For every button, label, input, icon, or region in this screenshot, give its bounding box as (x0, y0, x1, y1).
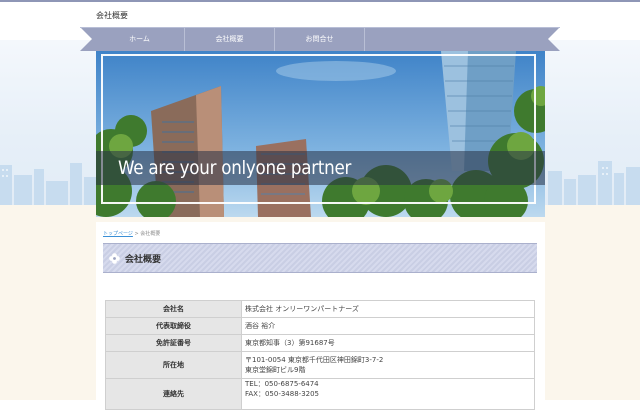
row-label-representative: 代表取締役 (105, 317, 242, 335)
company-info-table: 会社名 株式会社 オンリーワンパートナーズ 代表取締役 酒谷 裕介 免許証番号 … (105, 300, 535, 410)
row-label-license: 免許証番号 (105, 334, 242, 352)
row-value-address: 〒101-0054 東京都千代田区神田錦町3-7-2 東京堂錦町ビル9階 (241, 351, 535, 379)
row-label-company: 会社名 (105, 300, 242, 318)
clover-icon (109, 253, 120, 264)
table-row: 代表取締役 酒谷 裕介 (105, 317, 535, 335)
value-line: 株式会社 オンリーワンパートナーズ (245, 305, 359, 313)
hero-tagline: We are your onlyone partner (118, 157, 352, 179)
value-line: FAX：050-3488-3205 (245, 390, 320, 398)
hero-banner: We are your onlyone partner (96, 51, 545, 217)
breadcrumb-separator: > (134, 231, 139, 237)
breadcrumb-current: 会社概要 (140, 231, 161, 237)
row-label-address: 所在地 (105, 351, 242, 379)
page-title: 会社概要 (125, 255, 162, 265)
value-line: 酒谷 裕介 (245, 322, 276, 330)
table-row: 会社名 株式会社 オンリーワンパートナーズ (105, 300, 535, 318)
row-value-contact: TEL：050-6875-6474 FAX：050-3488-3205 (241, 378, 535, 410)
value-line: TEL：050-6875-6474 (245, 380, 319, 388)
breadcrumb-home-link[interactable]: トップページ (103, 231, 133, 237)
row-value-company: 株式会社 オンリーワンパートナーズ (241, 300, 535, 318)
value-line: 東京都知事（3）第91687号 (245, 339, 335, 347)
row-label-contact: 連絡先 (105, 378, 242, 410)
table-row: 免許証番号 東京都知事（3）第91687号 (105, 334, 535, 352)
nav-item-company[interactable]: 会社概要 (185, 27, 275, 51)
site-title[interactable]: 会社概要 (96, 10, 128, 21)
nav-item-contact[interactable]: お問合せ (275, 27, 365, 51)
nav-item-home[interactable]: ホーム (95, 27, 185, 51)
global-nav: ホーム 会社概要 お問合せ (80, 27, 560, 51)
table-row: 連絡先 TEL：050-6875-6474 FAX：050-3488-3205 (105, 378, 535, 410)
value-line: 〒101-0054 東京都千代田区神田錦町3-7-2 (245, 356, 384, 364)
table-row: 所在地 〒101-0054 東京都千代田区神田錦町3-7-2 東京堂錦町ビル9階 (105, 351, 535, 379)
value-line: 東京堂錦町ビル9階 (245, 366, 306, 374)
breadcrumb: トップページ > 会社概要 (103, 230, 160, 237)
row-value-license: 東京都知事（3）第91687号 (241, 334, 535, 352)
row-value-representative: 酒谷 裕介 (241, 317, 535, 335)
page-heading-bar: 会社概要 (103, 243, 537, 273)
